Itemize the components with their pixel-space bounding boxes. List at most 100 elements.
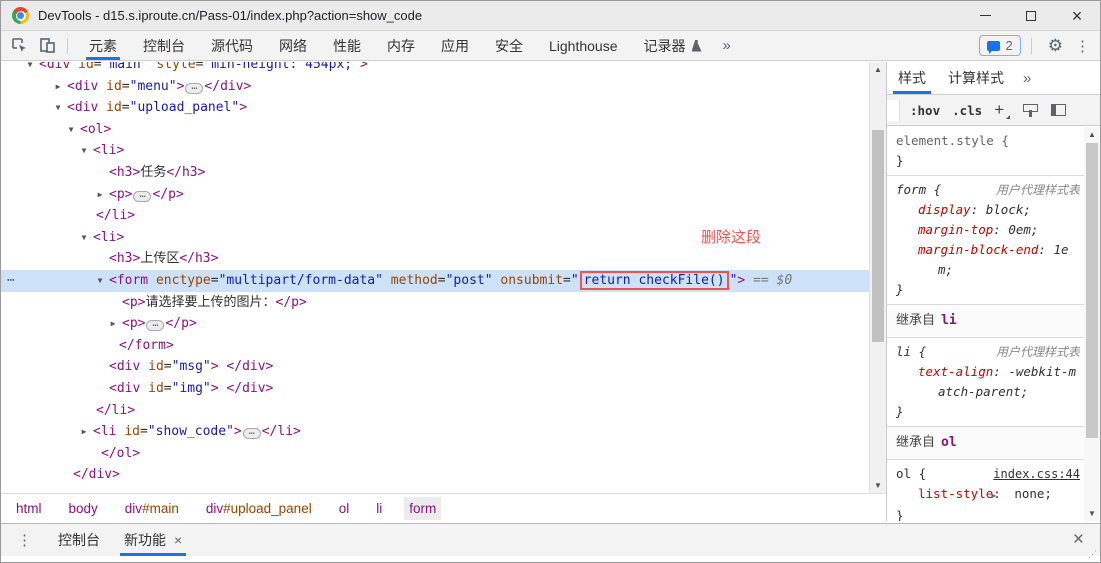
tree-row[interactable]: ▶<p>…</p> xyxy=(1,313,869,335)
scroll-up-icon[interactable]: ▲ xyxy=(1084,127,1100,142)
drawer-close-icon[interactable]: × xyxy=(1057,529,1100,551)
window-minimize-button[interactable] xyxy=(962,1,1008,30)
expand-ellipsis-icon[interactable]: … xyxy=(243,428,261,439)
tab-网络[interactable]: 网络 xyxy=(266,31,320,60)
property-name[interactable]: margin-block-end xyxy=(918,242,1038,257)
rule-selector[interactable]: li { xyxy=(896,344,926,359)
scroll-down-icon[interactable]: ▼ xyxy=(1084,506,1100,521)
new-style-rule-button[interactable]: + xyxy=(994,100,1009,120)
tree-row[interactable]: <h3>上传区</h3> xyxy=(1,248,869,270)
drawer-menu-kebab-icon[interactable]: ⋮ xyxy=(1,531,46,549)
inherited-node-link[interactable]: li xyxy=(941,313,957,328)
property-value[interactable]: 0em; xyxy=(1008,222,1038,237)
tree-row[interactable]: <div id="msg"> </div> xyxy=(1,356,869,378)
toggle-class-button[interactable]: .cls xyxy=(952,103,982,118)
breadcrumb-item[interactable]: div#upload_panel xyxy=(201,497,317,520)
paint-format-icon[interactable] xyxy=(1023,104,1037,117)
chevron-right-icon[interactable]: ▶ xyxy=(107,313,119,335)
tree-row[interactable]: ▶<p>…</p> xyxy=(1,184,869,206)
more-tabs-button[interactable]: » xyxy=(715,37,739,54)
scroll-up-icon[interactable]: ▲ xyxy=(870,62,886,77)
rule-selector[interactable]: ol { xyxy=(896,466,926,481)
drawer-tab-控制台[interactable]: 控制台 xyxy=(46,524,112,556)
styles-tab-计算样式[interactable]: 计算样式 xyxy=(937,62,1015,94)
scroll-down-icon[interactable]: ▼ xyxy=(870,478,886,493)
tree-row[interactable]: ▼<li> xyxy=(1,140,869,162)
tree-row[interactable]: </li> xyxy=(1,205,869,227)
style-property[interactable]: margin-top: 0em; xyxy=(896,220,1080,240)
styles-tab-样式[interactable]: 样式 xyxy=(887,62,937,94)
property-name[interactable]: text-align xyxy=(918,364,993,379)
chevron-down-icon[interactable]: ▼ xyxy=(78,227,90,249)
property-name[interactable]: display xyxy=(918,202,971,217)
inspect-cursor-icon[interactable] xyxy=(9,36,29,56)
tab-Lighthouse[interactable]: Lighthouse xyxy=(536,31,631,60)
style-property[interactable]: list-style: ▶none; xyxy=(896,484,1080,506)
tab-安全[interactable]: 安全 xyxy=(482,31,536,60)
toggle-hover-button[interactable]: :hov xyxy=(910,103,940,118)
expand-ellipsis-icon[interactable]: … xyxy=(185,83,203,94)
property-name[interactable]: margin-top xyxy=(918,222,993,237)
tree-row[interactable]: </ol> xyxy=(1,443,869,465)
chevron-down-icon[interactable]: ▼ xyxy=(78,140,90,162)
tree-row[interactable]: ▶<div id="menu">…</div> xyxy=(1,76,869,98)
property-value[interactable]: block; xyxy=(986,202,1031,217)
breadcrumb-item[interactable]: html xyxy=(11,497,47,520)
tree-row[interactable]: ▼<div id="main" style="min-height: 454px… xyxy=(1,62,869,76)
expand-ellipsis-icon[interactable]: … xyxy=(133,191,151,202)
styles-filter-input[interactable] xyxy=(887,100,900,121)
tree-row[interactable]: </form> xyxy=(1,335,869,357)
tree-row[interactable]: <h3>任务</h3> xyxy=(1,162,869,184)
tree-row[interactable]: </li> xyxy=(1,400,869,422)
rule-selector[interactable]: element.style { xyxy=(896,133,1009,148)
chevron-down-icon[interactable]: ▼ xyxy=(52,97,64,119)
breadcrumb-item[interactable]: form xyxy=(404,497,441,520)
main-menu-kebab-icon[interactable]: ⋮ xyxy=(1071,37,1100,55)
issues-badge[interactable]: 2 xyxy=(979,35,1021,56)
breadcrumb-item[interactable]: div#main xyxy=(120,497,184,520)
tab-元素[interactable]: 元素 xyxy=(76,31,130,60)
chevron-right-icon[interactable]: ▶ xyxy=(78,421,90,443)
tab-性能[interactable]: 性能 xyxy=(320,31,374,60)
device-toolbar-icon[interactable] xyxy=(37,36,57,56)
tree-row[interactable]: ▼<ol> xyxy=(1,119,869,141)
window-maximize-button[interactable] xyxy=(1008,1,1054,30)
tab-源代码[interactable]: 源代码 xyxy=(198,31,266,60)
tab-close-icon[interactable]: × xyxy=(174,532,182,548)
window-close-button[interactable]: × xyxy=(1054,1,1100,30)
breadcrumb-item[interactable]: ol xyxy=(334,497,355,520)
expand-ellipsis-icon[interactable]: … xyxy=(146,320,164,331)
scrollbar-thumb[interactable] xyxy=(1086,143,1098,438)
chevron-right-icon[interactable]: ▶ xyxy=(52,76,64,98)
style-property[interactable]: display: block; xyxy=(896,200,1080,220)
tree-row[interactable]: ▶<li id="show_code">…</li> xyxy=(1,421,869,443)
computed-sidebar-toggle-icon[interactable] xyxy=(1051,104,1066,116)
tree-row[interactable]: ▼<div id="upload_panel"> xyxy=(1,97,869,119)
drawer-tab-新功能[interactable]: 新功能× xyxy=(112,524,194,556)
tab-内存[interactable]: 内存 xyxy=(374,31,428,60)
more-styles-tabs-button[interactable]: » xyxy=(1015,70,1039,87)
chevron-down-icon[interactable]: ▼ xyxy=(24,62,36,76)
style-property[interactable]: margin-block-end: 1em; xyxy=(896,240,1080,280)
tree-row[interactable]: <p>请选择要上传的图片：</p> xyxy=(1,292,869,314)
chevron-right-icon[interactable]: ▶ xyxy=(94,184,106,206)
elements-scrollbar[interactable]: ▲ ▼ xyxy=(869,62,886,493)
inherited-node-link[interactable]: ol xyxy=(941,435,957,450)
style-property[interactable]: text-align: -webkit-match-parent; xyxy=(896,362,1080,402)
row-menu-dots-icon[interactable]: ⋯ xyxy=(7,270,16,292)
tab-应用[interactable]: 应用 xyxy=(428,31,482,60)
chevron-down-icon[interactable]: ▼ xyxy=(94,270,106,292)
stylesheet-link[interactable]: index.css:44 xyxy=(993,464,1080,484)
tab-记录器[interactable]: 记录器 xyxy=(631,31,715,60)
property-value[interactable]: none; xyxy=(1014,486,1052,501)
tree-row[interactable]: </div> xyxy=(1,464,869,486)
rule-selector[interactable]: form { xyxy=(896,182,941,197)
scrollbar-thumb[interactable] xyxy=(872,130,884,342)
settings-gear-icon[interactable]: ⚙ xyxy=(1040,36,1071,56)
breadcrumb-item[interactable]: body xyxy=(64,497,103,520)
resize-grip[interactable]: ⋰ xyxy=(1088,549,1097,560)
tree-row[interactable]: <div id="img"> </div> xyxy=(1,378,869,400)
styles-scrollbar[interactable]: ▲ ▼ xyxy=(1084,127,1100,521)
property-name[interactable]: list-style xyxy=(918,486,993,501)
tree-row[interactable]: ▼⋯<form enctype="multipart/form-data" me… xyxy=(1,270,869,292)
